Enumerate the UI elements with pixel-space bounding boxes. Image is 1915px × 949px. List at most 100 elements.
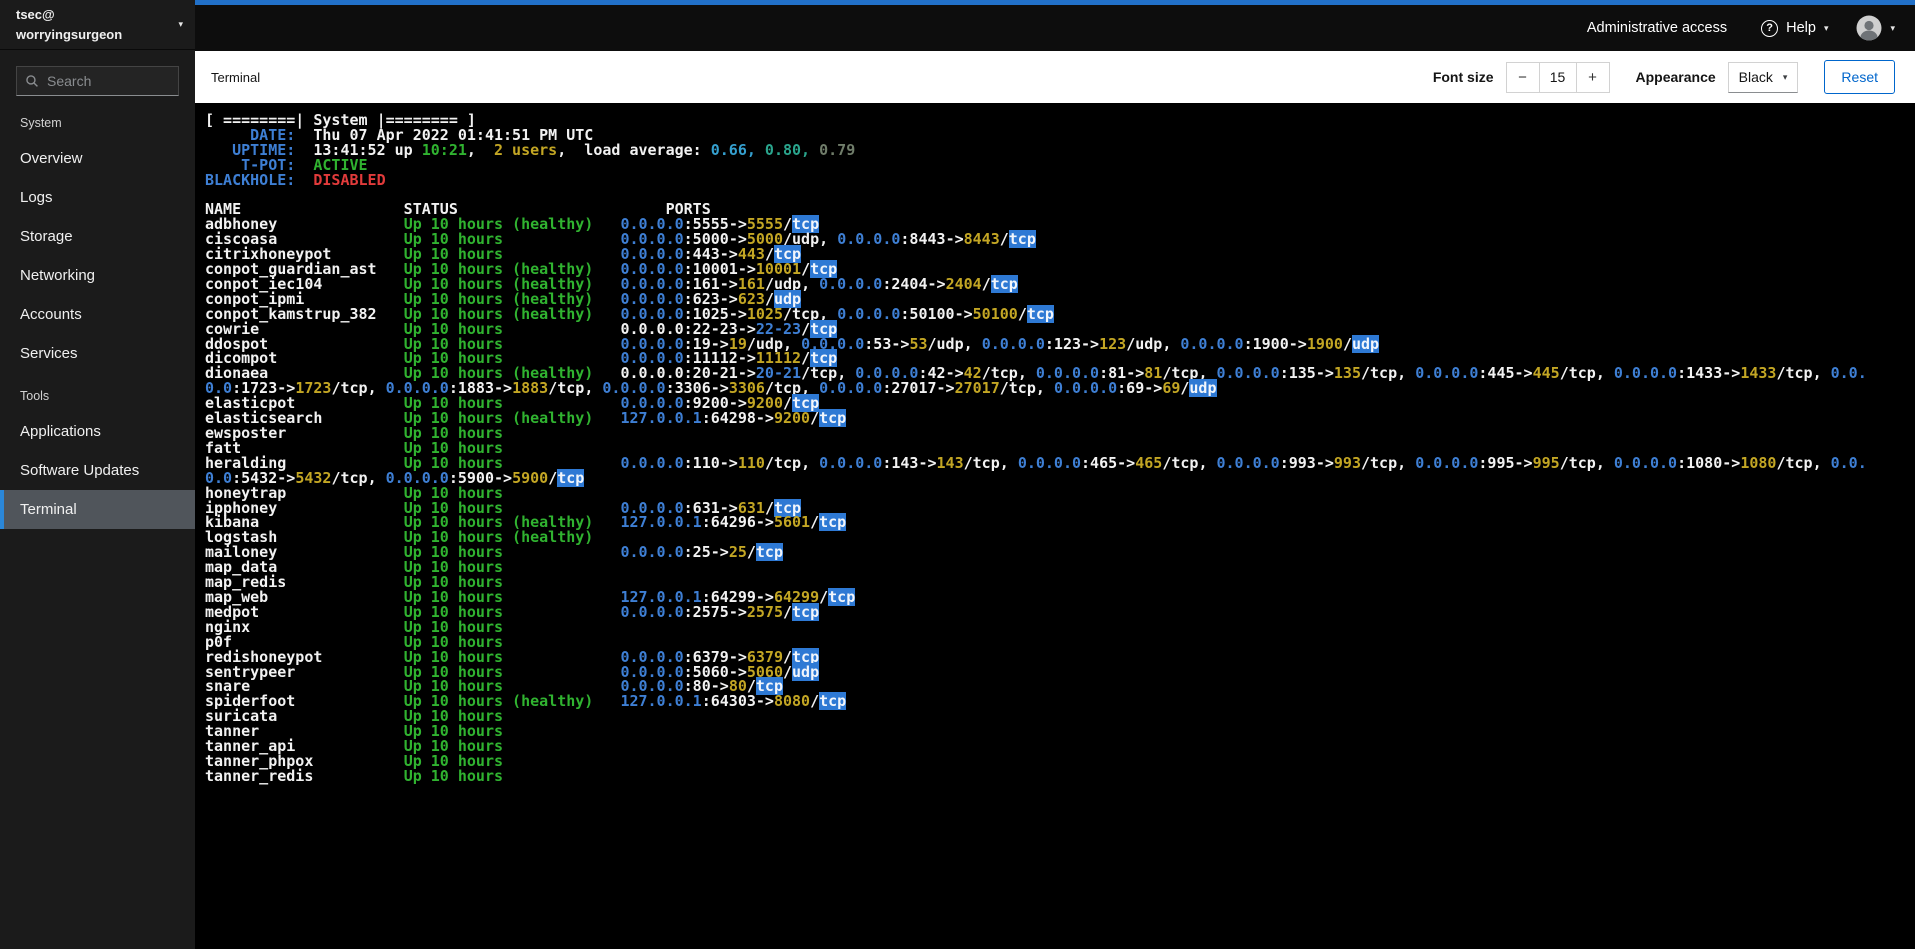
chevron-down-icon: ▾	[1890, 22, 1895, 33]
terminal-text: /	[1162, 453, 1172, 472]
terminal-text: :1080	[1677, 453, 1723, 472]
terminal-text: udp	[936, 334, 964, 353]
terminal-text: tcp	[1568, 364, 1596, 383]
terminal-text: ->	[1081, 334, 1100, 353]
terminal-text: 110	[737, 453, 765, 472]
sidebar-item-networking[interactable]: Networking	[0, 256, 195, 295]
terminal-text: :27017	[882, 379, 937, 398]
terminal-text: ->	[927, 274, 946, 293]
terminal-text: ,	[801, 453, 820, 472]
terminal-text: :69	[1117, 379, 1145, 398]
terminal-text: 993	[1333, 453, 1361, 472]
session-menu[interactable]: ▾	[1856, 15, 1895, 41]
terminal-text: ,	[819, 230, 838, 249]
appearance-select[interactable]: Black ▾	[1727, 61, 1799, 93]
sidebar-item-applications[interactable]: Applications	[0, 412, 195, 451]
terminal-text: ,	[1812, 364, 1831, 383]
terminal-text: 0.0.0.0	[620, 453, 684, 472]
font-size-stepper: − +	[1505, 61, 1610, 93]
terminal-text: 143	[936, 453, 964, 472]
terminal-output[interactable]: [ ========| System |======== ] DATE: Thu…	[195, 103, 1915, 949]
terminal-text: ,	[1397, 453, 1416, 472]
terminal-text: 0.80,	[755, 140, 811, 159]
terminal-text: 2404	[945, 274, 982, 293]
terminal-text: 127.0.0.1	[620, 513, 702, 532]
sidebar-item-storage[interactable]: Storage	[0, 217, 195, 256]
app-window: tsec@ worryingsurgeon ▾ System OverviewLo…	[0, 0, 1915, 949]
terminal-text: ->	[1288, 334, 1307, 353]
terminal-text: :135	[1279, 364, 1316, 383]
page-title: Terminal	[211, 69, 261, 85]
terminal-text: tcp	[819, 409, 847, 428]
terminal-text: tcp	[1370, 364, 1398, 383]
help-menu[interactable]: ? Help ▾	[1761, 19, 1829, 37]
sidebar-item-overview[interactable]: Overview	[0, 139, 195, 178]
terminal-text: :123	[1044, 334, 1082, 353]
sidebar: tsec@ worryingsurgeon ▾ System OverviewLo…	[0, 0, 195, 949]
terminal-text: ,	[1595, 364, 1614, 383]
search-input[interactable]	[16, 66, 179, 96]
host-switcher[interactable]: tsec@ worryingsurgeon ▾	[0, 0, 195, 50]
terminal-text: , load average:	[557, 140, 711, 159]
terminal-text: :143	[882, 453, 919, 472]
terminal-text: ,	[1198, 453, 1217, 472]
sidebar-nav: System Overview Logs Storage Networking Accou…	[0, 100, 195, 529]
sidebar-item-services[interactable]: Services	[0, 334, 195, 373]
font-size-decrease-button[interactable]: −	[1505, 61, 1539, 93]
appearance-label: Appearance	[1635, 69, 1716, 85]
user-avatar-icon	[1856, 15, 1882, 41]
terminal-text: :53	[864, 334, 892, 353]
terminal-text: ->	[891, 334, 910, 353]
terminal-text: tcp	[1785, 453, 1813, 472]
terminal-text: 10:21	[421, 140, 467, 159]
terminal-text: tcp	[1008, 230, 1036, 249]
terminal-text: ->	[1514, 453, 1533, 472]
terminal-text: tcp	[1568, 453, 1596, 472]
terminal-text: /	[1126, 334, 1136, 353]
chevron-down-icon: ▾	[1823, 22, 1829, 33]
terminal-text: ,	[1812, 453, 1831, 472]
terminal-text: 9200	[773, 409, 811, 428]
sidebar-item-software-updates[interactable]: Software Updates	[0, 451, 195, 490]
sidebar-item-accounts[interactable]: Accounts	[0, 295, 195, 334]
terminal-text: tcp	[1026, 304, 1054, 323]
terminal-text: 8443	[963, 230, 1000, 249]
terminal-text: tcp	[1370, 453, 1398, 472]
terminal-text: ,	[466, 140, 494, 159]
terminal-text: 50100	[972, 304, 1018, 323]
terminal-text: 0.0.0.0	[620, 602, 684, 621]
terminal-text: 0.66,	[710, 140, 756, 159]
terminal-text: 135	[1333, 364, 1361, 383]
terminal-text: /	[810, 692, 820, 711]
appearance-value: Black	[1738, 69, 1773, 85]
admin-access-button[interactable]: Administrative access	[1581, 19, 1733, 37]
font-size-value[interactable]	[1538, 61, 1577, 93]
terminal-text: /	[810, 513, 820, 532]
terminal-text: ->	[728, 602, 747, 621]
terminal-text: 0.0.0.0	[981, 334, 1045, 353]
content-column: Administrative access ? Help ▾ ▾ Termina…	[195, 0, 1915, 949]
sidebar-item-logs[interactable]: Logs	[0, 178, 195, 217]
sidebar-item-terminal[interactable]: Terminal	[0, 490, 195, 529]
terminal-text: 0.0.0.0	[1053, 379, 1118, 398]
reset-button[interactable]: Reset	[1824, 60, 1895, 94]
terminal-text: 1433	[1740, 364, 1777, 383]
terminal-text: /	[999, 379, 1009, 398]
chevron-down-icon: ▾	[1782, 71, 1788, 82]
terminal-text: /	[783, 662, 793, 681]
toolbar-controls: Font size − + Appearance Black ▾ Reset	[1433, 60, 1895, 94]
terminal-text: :8443	[900, 230, 946, 249]
terminal-text: tcp	[1785, 364, 1813, 383]
font-size-increase-button[interactable]: +	[1576, 61, 1610, 93]
terminal-text: 0.79	[810, 140, 856, 159]
terminal-text: /	[810, 409, 820, 428]
masthead: Administrative access ? Help ▾ ▾	[195, 5, 1915, 51]
terminal-info-line: T-POT: ACTIVE	[205, 157, 1870, 173]
terminal-text: ->	[1722, 364, 1741, 383]
terminal-text: ->	[954, 304, 973, 323]
terminal-text: tcp	[773, 453, 802, 472]
terminal-text: ,	[1595, 453, 1614, 472]
terminal-text: :25	[683, 543, 711, 562]
terminal-text: udp	[1351, 334, 1380, 353]
terminal-text: Up 10 hours	[403, 766, 621, 785]
